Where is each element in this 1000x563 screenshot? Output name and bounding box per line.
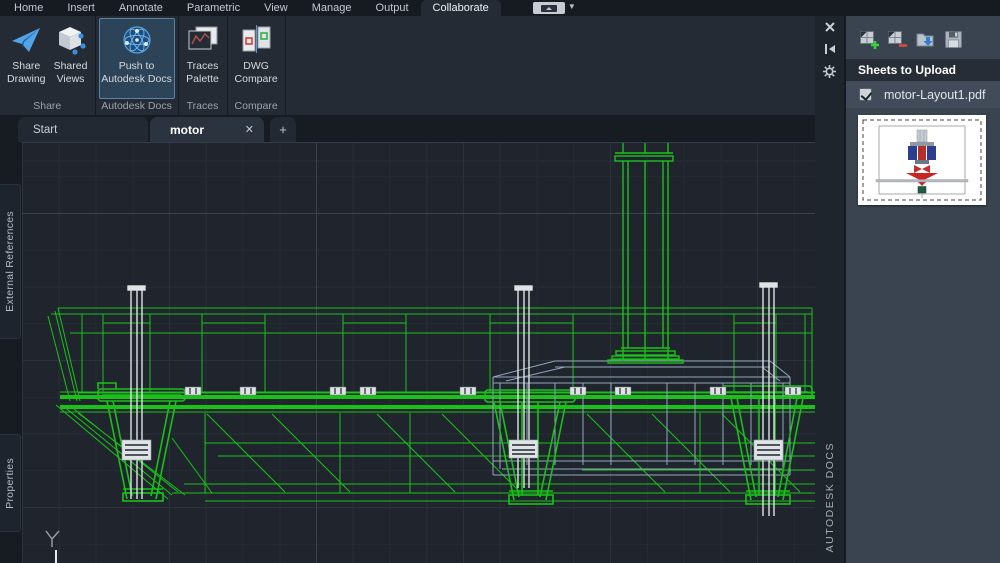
ribbon-tab-output[interactable]: Output — [364, 0, 421, 16]
dwg-compare-icon — [242, 25, 271, 53]
ribbon-tab-bar: Home Insert Annotate Parametric View Man… — [0, 0, 1000, 16]
left-palette-strip: External References Properties — [0, 142, 22, 563]
file-tab-motor[interactable]: motor ✕ — [150, 117, 264, 142]
add-sheets-icon[interactable] — [859, 29, 880, 50]
button-label: Share Drawing — [7, 60, 46, 85]
button-label: DWG Compare — [234, 60, 278, 85]
wireframe-drawing — [22, 143, 815, 563]
ribbon-tab-annotate[interactable]: Annotate — [107, 0, 175, 16]
push-to-docs-icon — [122, 26, 151, 54]
ucs-icon — [45, 530, 60, 547]
ribbon-tab-home[interactable]: Home — [2, 0, 55, 16]
autocad-window: Home Insert Annotate Parametric View Man… — [0, 0, 1000, 563]
ribbon-panel-icon — [540, 4, 557, 12]
ribbon-tab-parametric[interactable]: Parametric — [175, 0, 252, 16]
ribbon-minimize-caret-icon[interactable]: ▼ — [568, 0, 576, 16]
ribbon-group-label: Autodesk Docs — [101, 100, 172, 112]
button-label: Shared Views — [53, 60, 88, 85]
sheet-thumbnail[interactable] — [858, 115, 986, 205]
shared-views-button[interactable]: Shared Views — [50, 18, 92, 99]
dwg-compare-button[interactable]: DWG Compare — [231, 18, 282, 99]
palette-close-button[interactable] — [823, 20, 837, 34]
palette-settings-button[interactable] — [823, 64, 837, 78]
button-label: Traces Palette — [186, 60, 219, 85]
drawing-canvas[interactable]: Y — [22, 142, 815, 563]
ribbon-tab-manage[interactable]: Manage — [300, 0, 364, 16]
ribbon-group-share: Share Drawing Shared Views Share — [0, 16, 96, 115]
ribbon: Share Drawing Shared Views Share Push to… — [0, 16, 815, 115]
new-tab-button[interactable]: + — [270, 117, 296, 142]
ribbon-group-traces: Traces Palette Traces — [179, 16, 228, 115]
external-references-tab[interactable]: External References — [0, 184, 21, 339]
file-tab-start[interactable]: Start — [18, 117, 148, 142]
push-to-autodesk-docs-button[interactable]: Push to Autodesk Docs — [98, 18, 175, 99]
shared-views-icon — [58, 27, 86, 55]
ribbon-tab-view[interactable]: View — [252, 0, 300, 16]
sheet-preview-drawing — [858, 115, 986, 205]
grid-axis-lines — [22, 143, 815, 563]
remove-sheets-icon[interactable] — [887, 29, 908, 50]
ribbon-group-label: Traces — [186, 100, 219, 112]
properties-tab[interactable]: Properties — [0, 434, 21, 532]
column-wireframe — [607, 143, 684, 364]
button-label: Push to Autodesk Docs — [101, 60, 172, 85]
ucs-axis-line — [55, 550, 57, 563]
load-sheet-list-icon[interactable] — [915, 29, 936, 50]
file-tab-bar: Start motor ✕ + — [0, 115, 815, 142]
share-drawing-button[interactable]: Share Drawing — [3, 18, 50, 99]
ribbon-group-label: Share — [33, 100, 62, 112]
sheet-filename: motor-Layout1.pdf — [884, 87, 986, 102]
plus-icon: + — [279, 122, 287, 137]
sheet-checkbox[interactable] — [859, 88, 872, 101]
ribbon-tab-insert[interactable]: Insert — [55, 0, 107, 16]
traces-palette-icon — [188, 26, 218, 50]
ribbon-group-compare: DWG Compare Compare — [228, 16, 286, 115]
sheets-to-upload-header: Sheets to Upload — [846, 59, 1000, 81]
close-tab-icon[interactable]: ✕ — [245, 123, 254, 136]
properties-gear-icon — [823, 64, 836, 78]
upper-wall-band — [47, 307, 815, 402]
autodesk-docs-palette-titlebar: AUTODESK DOCS — [815, 16, 845, 563]
ribbon-group-autodesk-docs: Push to Autodesk Docs Autodesk Docs — [96, 16, 179, 115]
trough-wireframe — [55, 404, 815, 502]
palette-autohide-button[interactable] — [823, 42, 837, 56]
palette-toolbar — [846, 16, 1000, 59]
traces-palette-button[interactable]: Traces Palette — [182, 18, 224, 99]
save-sheet-list-icon[interactable] — [943, 29, 964, 50]
autodesk-docs-palette: Sheets to Upload motor-Layout1.pdf — [846, 16, 1000, 563]
share-drawing-icon — [12, 28, 41, 52]
auto-hide-pin-icon — [824, 44, 835, 54]
palette-title-vertical: AUTODESK DOCS — [824, 441, 836, 552]
sheet-list-item[interactable]: motor-Layout1.pdf — [846, 81, 1000, 108]
support-posts — [121, 282, 784, 516]
ribbon-minimize-button[interactable] — [532, 2, 565, 14]
ribbon-tab-collaborate[interactable]: Collaborate — [420, 0, 501, 16]
close-icon — [824, 22, 835, 32]
ribbon-group-label: Compare — [234, 100, 278, 112]
